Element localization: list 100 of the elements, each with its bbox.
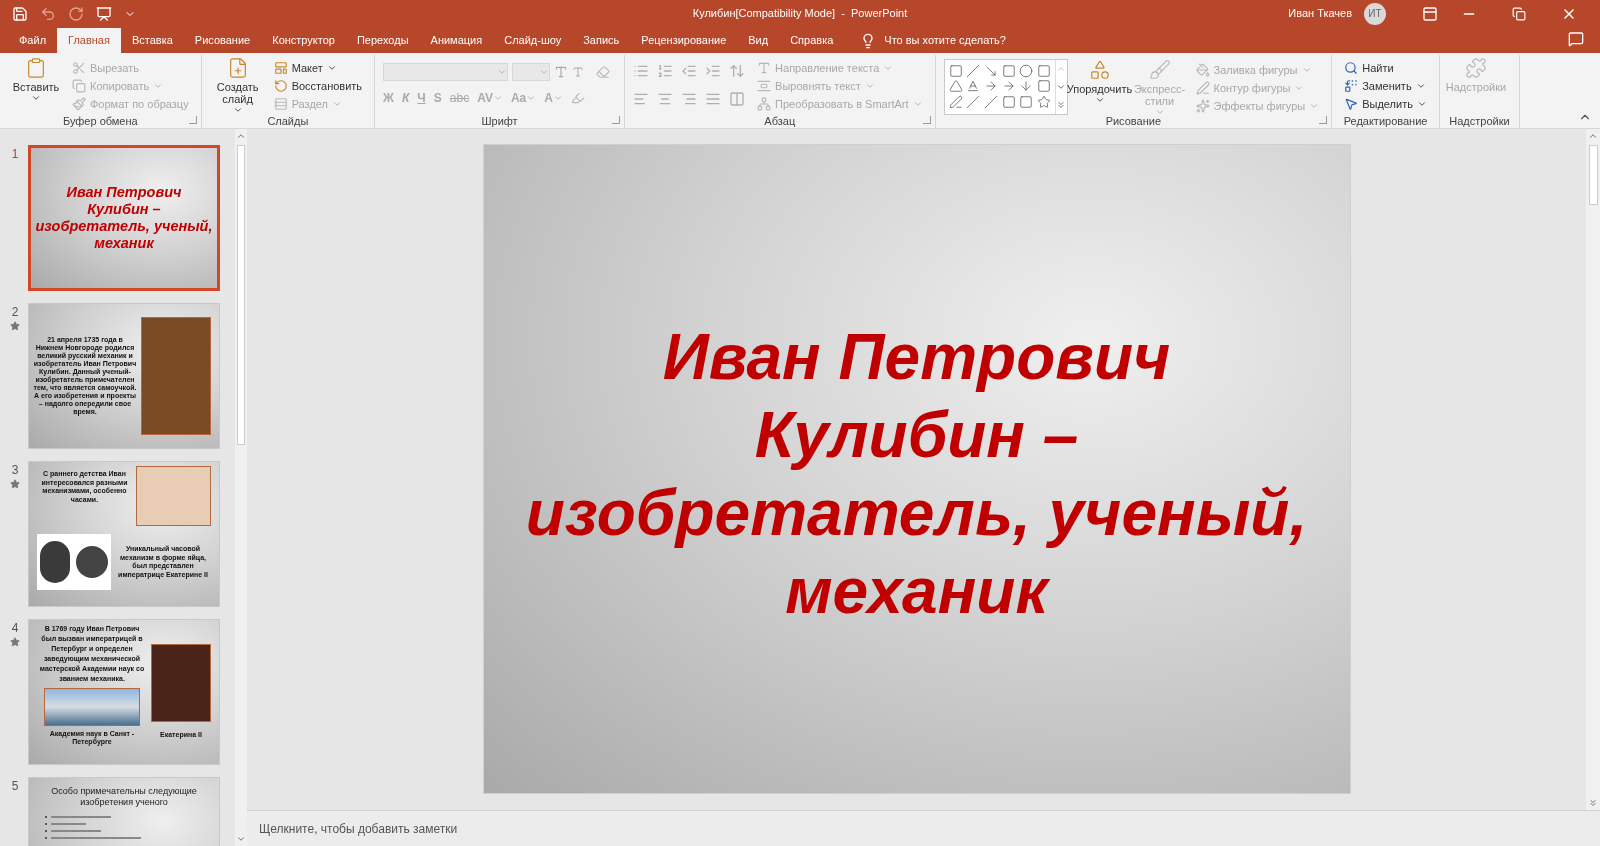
scrollbar[interactable] — [235, 129, 247, 846]
bullets-icon[interactable] — [633, 63, 650, 79]
ribbon-tab[interactable]: Переходы — [345, 28, 420, 53]
ribbon-tab[interactable]: Слайд-шоу — [493, 28, 573, 53]
scrollbar[interactable] — [1586, 129, 1600, 810]
shape-icon[interactable] — [1019, 94, 1034, 109]
ribbon-small-button[interactable]: Выделить — [1340, 95, 1431, 113]
scrollbar-thumb[interactable] — [1588, 145, 1598, 205]
shape-icon[interactable] — [983, 64, 998, 78]
font-name-dropdown-icon[interactable] — [497, 67, 508, 77]
slide-number: 1 — [11, 146, 19, 163]
shape-icon[interactable] — [966, 79, 981, 94]
increase-indent-icon[interactable] — [705, 63, 722, 79]
shape-icon[interactable] — [1019, 64, 1034, 78]
ribbon-icon — [72, 61, 86, 75]
clear-format-icon[interactable] — [596, 65, 611, 79]
shape-icon[interactable] — [948, 79, 963, 94]
dialog-launcher-icon[interactable] — [612, 116, 621, 124]
ribbon-tab[interactable]: Вид — [737, 28, 780, 53]
ribbon-small-button[interactable]: Макет — [269, 59, 367, 77]
caret-icon — [526, 93, 537, 103]
comments-icon[interactable] — [1568, 31, 1584, 47]
line-spacing-icon[interactable] — [729, 63, 746, 79]
ribbon-small-button[interactable]: Заменить — [1340, 77, 1431, 95]
slide-canvas[interactable]: Иван Петрович Кулибин – изобретатель, ученый, механик — [482, 144, 1351, 794]
ribbon-small-button[interactable]: Восстановить — [269, 77, 367, 95]
align-left-icon[interactable] — [633, 91, 650, 107]
columns-icon[interactable] — [729, 91, 746, 107]
shape-icon[interactable] — [948, 64, 963, 78]
more-icon[interactable] — [1056, 100, 1066, 110]
shape-icon[interactable] — [1001, 64, 1016, 78]
scrollbar-thumb[interactable] — [237, 145, 245, 445]
align-center-icon[interactable] — [657, 91, 674, 107]
shrink-font-icon[interactable] — [572, 66, 585, 78]
slide-number: 4 — [11, 620, 19, 637]
slideshow-icon[interactable] — [96, 5, 112, 22]
shape-icon[interactable] — [983, 94, 998, 109]
scroll-up-icon[interactable] — [1056, 64, 1066, 74]
shape-icon[interactable] — [1001, 94, 1016, 109]
ribbon-small-button[interactable]: Найти — [1340, 59, 1431, 77]
align-right-icon[interactable] — [681, 91, 698, 107]
ribbon-icon — [273, 61, 288, 75]
next-slide-icon[interactable] — [1588, 798, 1598, 808]
shape-icon[interactable] — [966, 64, 981, 78]
scroll-down-icon[interactable] — [1056, 82, 1066, 92]
slide-thumbnail[interactable] — [28, 303, 220, 449]
tell-me-field[interactable]: Что вы хотите сделать? — [884, 32, 1006, 49]
ribbon-icon — [72, 97, 86, 111]
shape-icon[interactable] — [948, 94, 963, 109]
ribbon-tab[interactable]: Анимация — [419, 28, 494, 53]
font-size-dropdown-icon[interactable] — [539, 67, 550, 77]
shape-icon[interactable] — [1036, 94, 1051, 109]
grow-font-icon[interactable] — [554, 65, 569, 79]
slide-thumbnail[interactable]: Особо примечательны следующие изобретения ученого — [28, 777, 220, 846]
ribbon-tab[interactable]: Справка — [779, 28, 845, 53]
ribbon-icon — [1464, 57, 1487, 79]
ribbon-icon — [1148, 59, 1171, 81]
ribbon-group-label: Слайды — [267, 115, 309, 128]
dialog-launcher-icon[interactable] — [1319, 116, 1328, 124]
ribbon-icon — [1344, 61, 1359, 75]
ribbon-display-icon[interactable] — [1422, 5, 1438, 22]
caret-icon — [912, 99, 923, 109]
caret-icon — [31, 93, 41, 103]
ribbon-tab[interactable]: Файл — [8, 28, 58, 53]
shape-icon[interactable] — [1036, 79, 1051, 94]
numbering-icon[interactable] — [657, 63, 674, 79]
dialog-launcher-icon[interactable] — [188, 116, 197, 124]
slide-thumbnail[interactable]: Иван Петрович Кулибин – изобретатель, ученый, механик — [28, 145, 220, 291]
caret-icon — [552, 93, 563, 103]
caret-icon — [1416, 99, 1427, 109]
ribbon-tab[interactable]: Рецензирование — [630, 28, 738, 53]
undo-icon[interactable] — [40, 5, 56, 22]
ribbon-tab[interactable]: Рисование — [183, 28, 262, 53]
ribbon-large-button[interactable]: Вставить — [8, 57, 64, 113]
caret-icon — [883, 63, 894, 73]
notes-field[interactable]: Щелкните, чтобы добавить заметки — [259, 819, 458, 838]
ribbon-tab[interactable]: Конструктор — [261, 28, 346, 53]
ribbon-group-label: Буфер обмена — [62, 115, 138, 128]
shape-icon[interactable] — [966, 94, 981, 109]
scroll-down-icon[interactable] — [236, 834, 246, 844]
shape-icon[interactable] — [1036, 64, 1051, 78]
user-avatar[interactable]: ИТ — [1364, 2, 1386, 25]
redo-icon[interactable] — [68, 5, 84, 22]
ribbon-icon — [757, 61, 772, 75]
ribbon-icon — [1195, 81, 1210, 95]
scroll-up-icon[interactable] — [1588, 131, 1598, 141]
ribbon-tab[interactable]: Главная — [57, 28, 121, 53]
shapes-gallery[interactable] — [943, 59, 1068, 115]
justify-icon[interactable] — [705, 91, 722, 107]
dialog-launcher-icon[interactable] — [922, 116, 931, 124]
restore-icon[interactable] — [1512, 6, 1526, 21]
ribbon-large-button[interactable]: Создать слайд — [209, 57, 266, 115]
scroll-up-icon[interactable] — [236, 131, 246, 141]
ribbon-icon — [1195, 63, 1210, 77]
highlighter-icon[interactable] — [570, 91, 585, 105]
save-icon[interactable] — [12, 5, 28, 22]
decrease-indent-icon[interactable] — [681, 63, 698, 79]
ribbon-tab[interactable]: Вставка — [120, 28, 184, 53]
caret-icon — [492, 93, 503, 103]
ribbon-tab[interactable]: Запись — [572, 28, 631, 53]
